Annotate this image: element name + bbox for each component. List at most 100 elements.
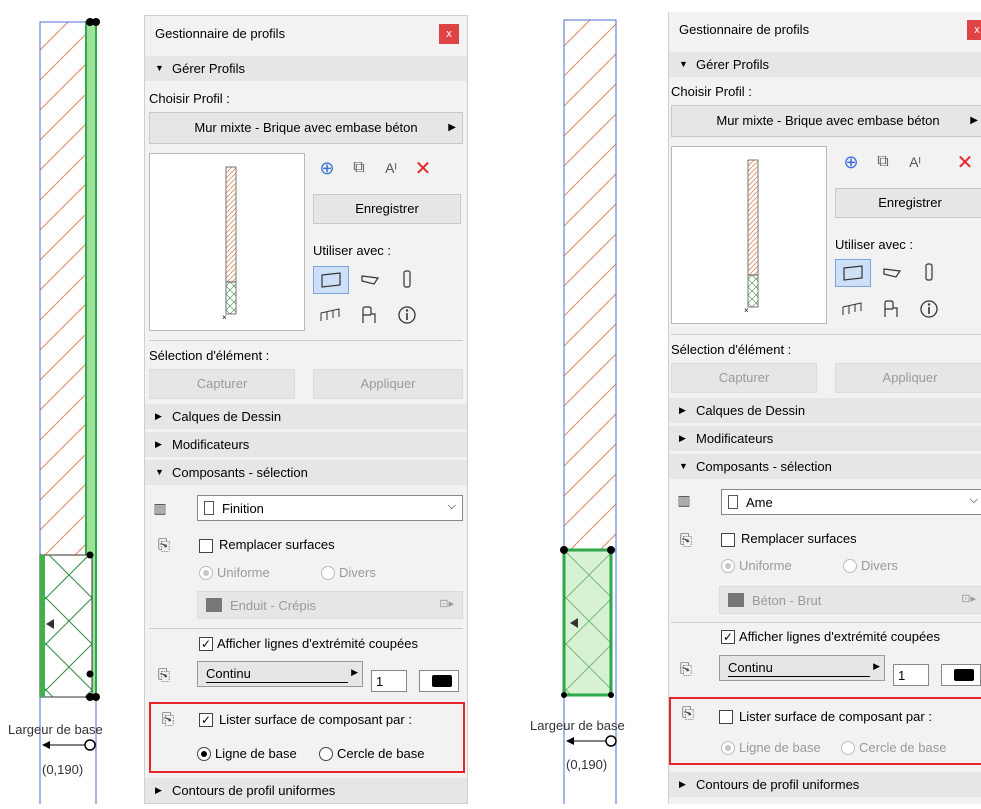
expand-right-icon: ▶ (155, 785, 162, 795)
baseline-radio[interactable] (197, 747, 211, 761)
section-uniform-contours[interactable]: ▶ Contours de profil uniformes (669, 772, 981, 797)
component-swatch-icon (728, 495, 738, 509)
surface-options-icon: ⊡▸ (961, 593, 976, 605)
column-tool-icon[interactable] (395, 266, 419, 292)
panel-title: Gestionnaire de profils (155, 26, 286, 41)
new-profile-icon[interactable]: ⊕ (839, 150, 863, 174)
beam-tool-icon[interactable] (879, 261, 905, 285)
component-layers-icon: ▥ (153, 499, 167, 516)
profile-thumbnail: × (744, 159, 759, 315)
info-icon[interactable] (917, 297, 941, 321)
list-surface-checkbox[interactable]: ✓ (199, 713, 213, 727)
uniform-radio[interactable] (199, 566, 213, 580)
profile-selector[interactable]: Mur mixte - Brique avec embase béton ▶ (149, 112, 463, 144)
section-components[interactable]: ▼ Composants - sélection (145, 460, 467, 485)
base-circle-radio[interactable] (841, 741, 855, 755)
chevron-right-icon: ▶ (351, 667, 358, 677)
replace-surfaces-checkbox[interactable] (721, 533, 735, 547)
various-label: Divers (339, 565, 376, 580)
base-coordinate-label: (0,190) (566, 757, 608, 772)
apply-button[interactable]: Appliquer (835, 363, 981, 393)
baseline-label: Ligne de base (739, 740, 821, 755)
component-swatch-icon (204, 501, 214, 515)
chevron-right-icon: ▶ (970, 115, 978, 126)
delete-profile-icon[interactable]: ✕ (411, 156, 435, 180)
section-manage-profiles[interactable]: ▼ Gérer Profils (145, 56, 467, 81)
list-surface-checkbox[interactable] (719, 710, 733, 724)
uniform-radio[interactable] (721, 559, 735, 573)
close-button[interactable]: x (967, 20, 981, 40)
info-icon[interactable] (395, 303, 419, 327)
surface-name: Enduit - Crépis (230, 598, 316, 613)
rename-profile-icon[interactable]: Aᴵ (379, 156, 403, 180)
section-modifiers[interactable]: ▶ Modificateurs (145, 432, 467, 457)
railing-tool-icon[interactable] (839, 298, 865, 320)
close-button[interactable]: x (439, 24, 459, 44)
right-wall-drawing: Largeur de base (0,190) (520, 0, 660, 804)
duplicate-profile-icon[interactable]: ⧉ (871, 150, 895, 174)
rename-profile-icon[interactable]: Aᴵ (903, 150, 927, 174)
component-dropdown[interactable]: Ame ⌵ (721, 489, 981, 515)
replace-surfaces-label: Remplacer surfaces (741, 531, 857, 546)
handrail-tool-icon[interactable] (355, 303, 381, 327)
wall-tool-icon[interactable] (835, 259, 871, 287)
railing-tool-icon[interactable] (317, 304, 343, 326)
separator (149, 628, 463, 629)
pen-color-selector[interactable] (941, 664, 981, 686)
various-radio[interactable] (843, 559, 857, 573)
profile-selector[interactable]: Mur mixte - Brique avec embase béton ▶ (671, 105, 981, 137)
surface-name: Béton - Brut (752, 593, 822, 608)
section-manage-profiles[interactable]: ▼ Gérer Profils (669, 52, 981, 77)
section-uniform-contours[interactable]: ▶ Contours de profil uniformes (145, 778, 467, 803)
chevron-right-icon: ▶ (873, 661, 880, 671)
line-type-name: Continu (728, 660, 773, 675)
surface-paint-icon: ⎘ (679, 531, 692, 549)
save-button[interactable]: Enregistrer (313, 194, 461, 224)
left-wall-section-svg (39, 18, 100, 804)
replace-surfaces-checkbox[interactable] (199, 539, 213, 553)
surface-selector[interactable]: Béton - Brut ⊡▸ (719, 586, 981, 614)
profile-name: Mur mixte - Brique avec embase béton (194, 120, 418, 135)
component-surface-icon: ⎘ (681, 704, 694, 722)
choose-profile-label: Choisir Profil : (149, 91, 230, 106)
list-surface-label: Lister surface de composant par : (219, 712, 412, 727)
handrail-tool-icon[interactable] (877, 297, 903, 321)
pen-number-field[interactable]: 1 (893, 664, 929, 686)
apply-button[interactable]: Appliquer (313, 369, 463, 399)
beam-tool-icon[interactable] (357, 268, 383, 292)
section-modifiers[interactable]: ▶ Modificateurs (669, 426, 981, 451)
component-dropdown[interactable]: Finition ⌵ (197, 495, 463, 521)
line-type-selector[interactable]: Continu ▶ (197, 661, 363, 687)
save-button[interactable]: Enregistrer (835, 188, 981, 218)
show-cut-end-lines-checkbox[interactable]: ✓ (721, 630, 735, 644)
surface-selector[interactable]: Enduit - Crépis ⊡▸ (197, 591, 463, 619)
capture-button[interactable]: Capturer (149, 369, 295, 399)
show-cut-end-lines-checkbox[interactable]: ✓ (199, 637, 213, 651)
line-type-selector[interactable]: Continu ▶ (719, 655, 885, 681)
section-drawing-layers[interactable]: ▶ Calques de Dessin (669, 398, 981, 423)
baseline-radio[interactable] (721, 741, 735, 755)
surface-swatch-icon (206, 598, 222, 612)
expand-right-icon: ▶ (679, 405, 686, 415)
delete-profile-icon[interactable]: ✕ (953, 150, 977, 174)
base-circle-label: Cercle de base (859, 740, 947, 755)
pen-number-field[interactable]: 1 (371, 670, 407, 692)
list-surface-label: Lister surface de composant par : (739, 709, 932, 724)
column-tool-icon[interactable] (917, 259, 941, 285)
new-profile-icon[interactable]: ⊕ (315, 156, 339, 180)
pen-color-selector[interactable] (419, 670, 459, 692)
profile-name: Mur mixte - Brique avec embase béton (716, 113, 940, 128)
uniform-label: Uniforme (217, 565, 270, 580)
expand-right-icon: ▶ (155, 439, 162, 449)
base-width-label: Largeur de base (530, 718, 625, 733)
expand-right-icon: ▶ (679, 779, 686, 789)
duplicate-profile-icon[interactable]: ⧉ (347, 156, 371, 180)
base-circle-radio[interactable] (319, 747, 333, 761)
chevron-down-icon: ⌵ (447, 500, 456, 512)
wall-tool-icon[interactable] (313, 266, 349, 294)
line-type-underline (206, 682, 348, 683)
section-components[interactable]: ▼ Composants - sélection (669, 454, 981, 479)
various-radio[interactable] (321, 566, 335, 580)
capture-button[interactable]: Capturer (671, 363, 817, 393)
section-drawing-layers[interactable]: ▶ Calques de Dessin (145, 404, 467, 429)
